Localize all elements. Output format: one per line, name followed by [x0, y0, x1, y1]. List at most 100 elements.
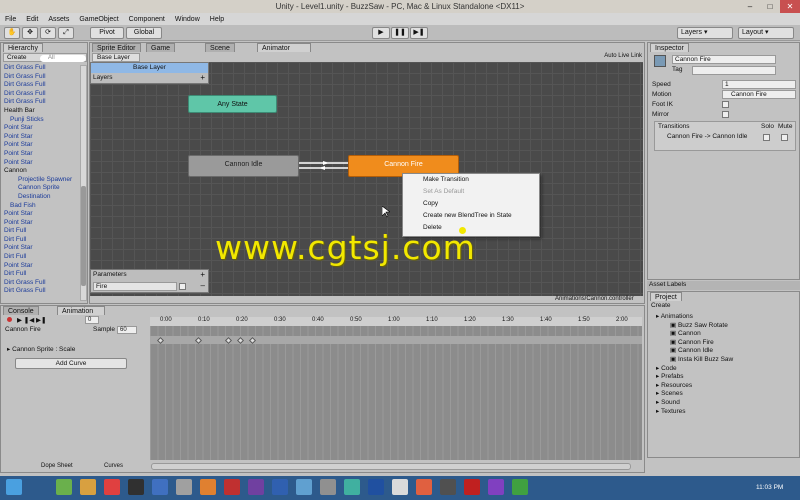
solo-checkbox[interactable] [763, 134, 770, 141]
tab-scene[interactable]: Scene [205, 43, 235, 52]
maximize-icon[interactable]: □ [760, 0, 780, 13]
parameter-fire-checkbox[interactable] [179, 283, 186, 290]
add-curve-button[interactable]: Add Curve [15, 358, 127, 369]
clip-dropdown[interactable]: Cannon Fire [5, 326, 41, 333]
taskbar-app-icon[interactable] [464, 479, 480, 495]
state-cannon-idle[interactable]: Cannon Idle [188, 155, 299, 177]
hierarchy-scrollbar[interactable] [80, 65, 87, 301]
hierarchy-item[interactable]: Dirt Grass Full [4, 98, 80, 107]
taskbar-app-icon[interactable] [200, 479, 216, 495]
mirror-checkbox[interactable] [722, 111, 729, 118]
taskbar-app-icon[interactable] [80, 479, 96, 495]
hierarchy-item[interactable]: Dirt Grass Full [4, 279, 80, 288]
tab-sprite-editor[interactable]: Sprite Editor [92, 43, 141, 52]
tab-hierarchy[interactable]: Hierarchy [3, 43, 43, 52]
taskbar-app-icon[interactable] [320, 479, 336, 495]
hierarchy-item[interactable]: Projectile Spawner [4, 176, 80, 185]
tab-animation[interactable]: Animation [57, 306, 105, 315]
taskbar-app-icon[interactable] [104, 479, 120, 495]
play-icon[interactable]: ▶ [372, 27, 390, 39]
close-icon[interactable]: ✕ [780, 0, 800, 13]
minimize-icon[interactable]: – [740, 0, 760, 13]
layout-dropdown[interactable]: Layout ▾ [738, 27, 794, 39]
start-icon[interactable] [6, 479, 22, 495]
remove-parameter-icon[interactable]: – [201, 281, 205, 290]
menu-edit[interactable]: Edit [21, 16, 43, 23]
tab-animator[interactable]: Animator [257, 43, 311, 52]
hierarchy-item[interactable]: Dirt Grass Full [4, 287, 80, 296]
base-layer-item[interactable]: Base Layer [91, 63, 208, 73]
foot-ik-checkbox[interactable] [722, 101, 729, 108]
hierarchy-item[interactable]: Health Bar [4, 107, 80, 116]
curves-tab[interactable]: Curves [104, 463, 123, 469]
state-name-field[interactable]: Cannon Fire [672, 55, 776, 64]
rotate-tool-icon[interactable]: ⟳ [40, 27, 56, 39]
hierarchy-item[interactable]: Dirt Full [4, 227, 80, 236]
hierarchy-search[interactable]: All [40, 55, 86, 62]
hierarchy-item[interactable]: Dirt Grass Full [4, 64, 80, 73]
transition-arrows[interactable] [299, 158, 349, 174]
hierarchy-item[interactable]: Cannon Sprite [4, 184, 80, 193]
sample-field[interactable]: 60 [117, 326, 137, 334]
record-icon[interactable] [7, 317, 12, 322]
hierarchy-item[interactable]: Destination [4, 193, 80, 202]
project-item[interactable]: ▸ Textures [652, 408, 797, 417]
speed-field[interactable]: 1 [722, 80, 796, 89]
pause-icon[interactable]: ❚❚ [391, 27, 409, 39]
menu-make-transition[interactable]: Make Transition [403, 174, 539, 186]
menu-window[interactable]: Window [170, 16, 205, 23]
hierarchy-item[interactable]: Dirt Full [4, 253, 80, 262]
layers-dropdown[interactable]: Layers ▾ [677, 27, 733, 39]
project-item[interactable]: ▣ Cannon Fire [652, 339, 797, 348]
hierarchy-item[interactable]: Cannon [4, 167, 80, 176]
parameter-fire-name[interactable]: Fire [93, 282, 177, 291]
global-button[interactable]: Global [126, 27, 162, 39]
motion-field[interactable]: Cannon Fire [722, 90, 796, 99]
hierarchy-item[interactable]: Bad Fish [4, 202, 80, 211]
hierarchy-item[interactable]: Dirt Grass Full [4, 81, 80, 90]
taskbar-app-icon[interactable] [440, 479, 456, 495]
project-item[interactable]: ▸ Scenes [652, 390, 797, 399]
hierarchy-item[interactable]: Point Star [4, 244, 80, 253]
hierarchy-item[interactable]: Point Star [4, 150, 80, 159]
taskbar-app-icon[interactable] [368, 479, 384, 495]
taskbar-app-icon[interactable] [224, 479, 240, 495]
taskbar-app-icon[interactable] [272, 479, 288, 495]
project-item[interactable]: ▸ Resources [652, 382, 797, 391]
timeline-scrollbar[interactable] [151, 463, 631, 470]
menu-help[interactable]: Help [205, 16, 229, 23]
taskbar-app-icon[interactable] [296, 479, 312, 495]
tag-field[interactable] [692, 66, 776, 75]
menu-file[interactable]: File [0, 16, 21, 23]
project-item[interactable]: ▣ Cannon Idle [652, 347, 797, 356]
menu-assets[interactable]: Assets [43, 16, 74, 23]
transition-item[interactable]: Cannon Fire -> Cannon Idle [667, 133, 747, 140]
project-create-dropdown[interactable]: Create [651, 302, 671, 309]
hierarchy-item[interactable]: Dirt Full [4, 270, 80, 279]
menu-create-blendtree[interactable]: Create new BlendTree in State [403, 210, 539, 222]
hierarchy-item[interactable]: Punji Sticks [4, 116, 80, 125]
hierarchy-item[interactable]: Point Star [4, 141, 80, 150]
taskbar-app-icon[interactable] [176, 479, 192, 495]
taskbar-app-icon[interactable] [248, 479, 264, 495]
create-dropdown[interactable]: Create [7, 54, 27, 61]
mute-checkbox[interactable] [781, 134, 788, 141]
taskbar-app-icon[interactable] [512, 479, 528, 495]
menu-copy[interactable]: Copy [403, 198, 539, 210]
taskbar-app-icon[interactable] [392, 479, 408, 495]
project-item[interactable]: ▸ Animations [652, 313, 797, 322]
project-item[interactable]: ▣ Buzz Saw Rotate [652, 322, 797, 331]
tab-inspector[interactable]: Inspector [650, 43, 689, 52]
frame-field[interactable]: 0 [85, 316, 99, 324]
tab-project[interactable]: Project [650, 292, 682, 301]
menu-component[interactable]: Component [124, 16, 170, 23]
taskbar-app-icon[interactable] [128, 479, 144, 495]
taskbar-app-icon[interactable] [488, 479, 504, 495]
play-preview-icon[interactable]: ▶ ❚◀ ▶❚ [17, 316, 47, 324]
project-item[interactable]: ▣ Cannon [652, 330, 797, 339]
step-icon[interactable]: ▶❚ [410, 27, 428, 39]
move-tool-icon[interactable]: ✥ [22, 27, 38, 39]
breadcrumb-base-layer[interactable]: Base Layer [92, 53, 140, 62]
add-parameter-icon[interactable]: + [200, 270, 205, 279]
project-item[interactable]: ▣ Insta Kill Buzz Saw [652, 356, 797, 365]
